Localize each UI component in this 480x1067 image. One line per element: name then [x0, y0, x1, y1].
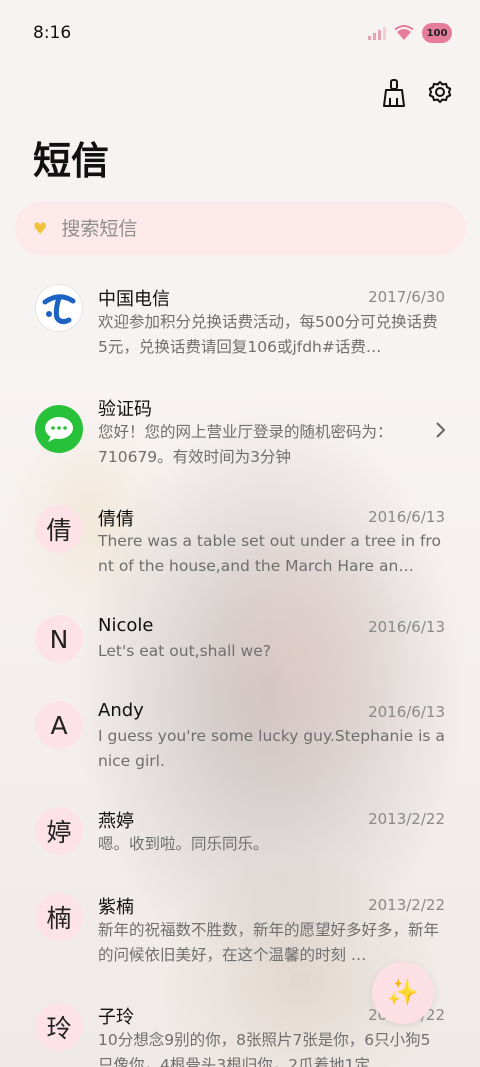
avatar: A [35, 701, 83, 749]
conversation-row[interactable]: N Nicole 2016/6/13 Let's eat out,shall w… [0, 602, 480, 682]
status-icons: 100 [368, 23, 452, 43]
chevron-right-icon[interactable] [433, 420, 447, 440]
battery-icon: 100 [422, 23, 452, 43]
wifi-icon [394, 25, 414, 40]
contact-name: 子玲 [98, 1007, 134, 1028]
avatar: 倩 [35, 505, 83, 553]
contact-name: 验证码 [98, 399, 152, 420]
chat-bubble-icon [35, 405, 83, 453]
avatar: N [35, 615, 83, 663]
search-bar[interactable]: ♥ [15, 202, 466, 255]
conversation-row[interactable]: 中国电信 2017/6/30 欢迎参加积分兑换话费活动，每500分可兑换话费5元… [0, 272, 480, 372]
telecom-logo-icon [35, 284, 83, 332]
contact-name: 紫楠 [98, 897, 134, 918]
compose-button[interactable]: ✨ [372, 962, 434, 1024]
conversation-row[interactable]: 倩 倩倩 2016/6/13 There was a table set out… [0, 492, 480, 592]
conversation-row[interactable]: 婷 燕婷 2013/2/22 嗯。收到啦。同乐同乐。 [0, 798, 480, 878]
status-bar: 8:16 100 [0, 0, 480, 66]
message-preview: 嗯。收到啦。同乐同乐。 [98, 835, 269, 853]
gear-icon[interactable] [426, 78, 454, 108]
message-date: 2013/2/22 [368, 896, 445, 914]
search-input[interactable] [61, 217, 422, 240]
broom-icon[interactable] [380, 78, 408, 108]
contact-name: Nicole [98, 615, 154, 636]
sparkle-icon: ✨ [386, 978, 420, 1008]
message-preview: Let's eat out,shall we? [98, 642, 271, 660]
conversation-row[interactable]: 验证码 您好！您的网上营业厅登录的随机密码为：710679。有效时间为3分钟 [0, 382, 480, 482]
message-date: 2016/6/13 [368, 618, 445, 636]
toolbar [380, 78, 454, 108]
contact-name: 中国电信 [98, 289, 170, 310]
message-date: 2013/2/22 [368, 810, 445, 828]
avatar: 婷 [35, 807, 83, 855]
page-title: 短信 [33, 139, 110, 183]
message-preview: I guess you're some lucky guy.Stephanie … [98, 727, 445, 770]
avatar: 玲 [35, 1003, 83, 1051]
message-preview: 10分想念9别的你，8张照片7张是你，6只小狗5只像你，4根骨头3根归你，2爪着… [98, 1031, 431, 1067]
message-preview: 新年的祝福数不胜数，新年的愿望好多好多，新年的问候依旧美好，在这个温馨的时刻 … [98, 921, 440, 964]
conversation-row[interactable]: A Andy 2016/6/13 I guess you're some luc… [0, 688, 480, 788]
avatar: 楠 [35, 893, 83, 941]
message-preview: There was a table set out under a tree i… [98, 532, 441, 575]
message-preview: 欢迎参加积分兑换话费活动，每500分可兑换话费5元，兑换话费请回复106或jfd… [98, 313, 438, 356]
contact-name: Andy [98, 700, 144, 721]
message-preview: 您好！您的网上营业厅登录的随机密码为：710679。有效时间为3分钟 [98, 423, 393, 466]
message-date: 2016/6/13 [368, 703, 445, 721]
contact-name: 倩倩 [98, 509, 134, 530]
battery-level: 100 [426, 27, 448, 39]
signal-icon [368, 27, 386, 40]
contact-name: 燕婷 [98, 811, 134, 832]
status-time: 8:16 [33, 23, 72, 43]
heart-icon: ♥ [33, 219, 48, 238]
message-date: 2016/6/13 [368, 508, 445, 526]
message-date: 2017/6/30 [368, 288, 445, 306]
